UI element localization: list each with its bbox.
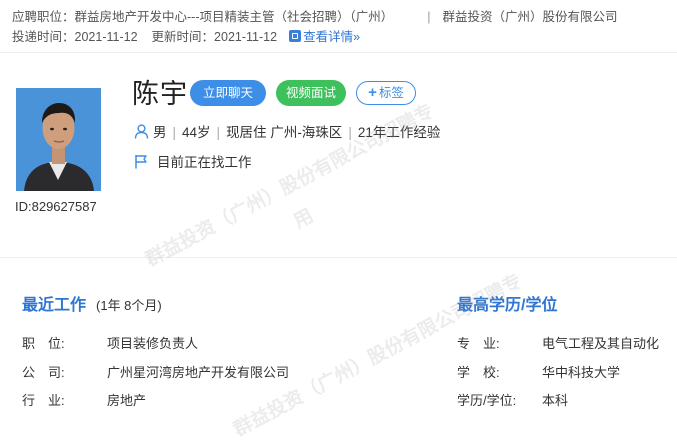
candidate-name: 陈宇: [132, 79, 188, 109]
education-row-major: 专 业: 电气工程及其自动化: [457, 333, 659, 352]
education-row-school: 学 校: 华中科技大学: [457, 362, 620, 381]
view-details-link[interactable]: 查看详情»: [289, 30, 360, 44]
candidate-id: ID:829627587: [15, 199, 97, 214]
row-value: 华中科技大学: [542, 365, 621, 380]
recent-work-header: 最近工作 (1年 8个月): [22, 291, 162, 315]
recent-work-row-industry: 行 业: 房地产: [22, 390, 146, 409]
application-position-line: 应聘职位：群益房地产开发中心---项目精装主管（社会招聘）（广州） | 群益投资（广…: [12, 6, 618, 25]
company-name: 群益投资（广州）股份有限公司: [442, 10, 618, 24]
section-divider: [0, 257, 677, 258]
add-tag-button[interactable]: + 标签: [356, 81, 416, 105]
flag-icon: [135, 155, 147, 169]
row-label: 学 校:: [457, 365, 500, 380]
plus-icon: +: [368, 84, 377, 101]
row-label: 公 司:: [22, 365, 65, 380]
submit-date: 2021-11-12: [74, 30, 138, 44]
age: 44岁: [182, 125, 211, 140]
row-label: 职 位:: [22, 336, 65, 351]
recent-work-duration: (1年 8个月): [96, 298, 162, 313]
row-label: 学历/学位:: [457, 393, 517, 408]
video-interview-button[interactable]: 视频面试: [276, 80, 346, 106]
watermark-line2: 用: [290, 205, 317, 233]
row-label: 专 业:: [457, 336, 500, 351]
submit-label: 投递时间：: [12, 30, 75, 44]
chat-now-button[interactable]: 立即聊天: [190, 80, 266, 106]
details-icon: [289, 30, 302, 42]
row-value: 项目装修负责人: [107, 336, 199, 351]
view-details-label: 查看详情»: [303, 30, 361, 44]
recent-work-row-position: 职 位: 项目装修负责人: [22, 333, 198, 352]
education-row-degree: 学历/学位: 本科: [457, 390, 568, 409]
gender: 男: [153, 125, 167, 140]
tag-label: 标签: [378, 86, 404, 100]
row-value: 电气工程及其自动化: [542, 336, 660, 351]
position-value: 群益房地产开发中心---项目精装主管（社会招聘）（广州）: [74, 10, 394, 24]
application-dates-line: 投递时间：2021-11-12 更新时间：2021-11-12 查看详情»: [12, 26, 360, 45]
recent-work-row-company: 公 司: 广州星河湾房地产开发有限公司: [22, 362, 289, 381]
job-search-status: 目前正在找工作: [134, 151, 252, 171]
candidate-photo: [16, 88, 101, 191]
row-value: 本科: [542, 393, 569, 408]
application-info-bar: 应聘职位：群益房地产开发中心---项目精装主管（社会招聘）（广州） | 群益投资（广…: [0, 0, 677, 53]
header-separator: |: [427, 10, 431, 24]
row-label: 行 业:: [22, 393, 65, 408]
recent-work-title: 最近工作: [22, 297, 87, 314]
avatar-portrait-icon: [16, 88, 101, 191]
row-value: 广州星河湾房地产开发有限公司: [107, 365, 290, 380]
watermark-lower: 群益投资（广州）股份有限公司招聘专: [230, 270, 526, 441]
position-label: 应聘职位：: [12, 10, 75, 24]
person-icon: [134, 124, 149, 139]
update-label: 更新时间：: [151, 30, 215, 44]
row-value: 房地产: [107, 393, 147, 408]
residence: 现居住 广州-海珠区: [226, 125, 343, 140]
update-date: 2021-11-12: [214, 30, 278, 44]
status-text: 目前正在找工作: [157, 155, 252, 170]
